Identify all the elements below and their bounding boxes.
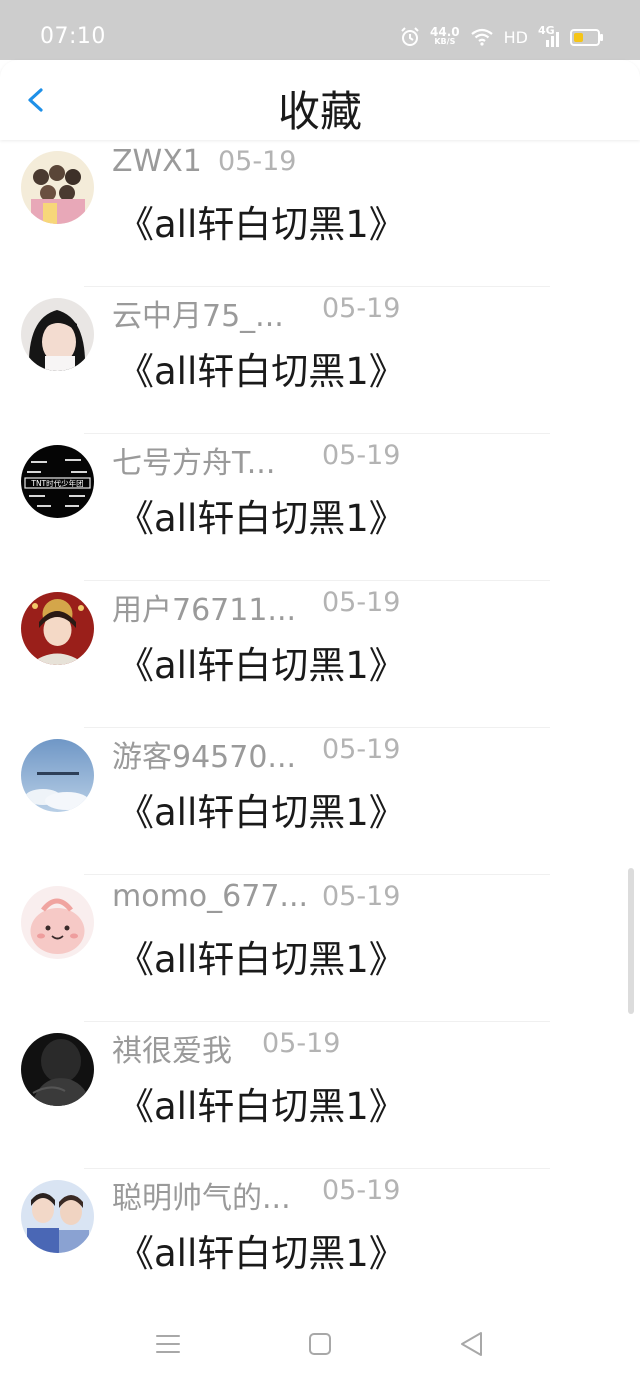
status-bar: 07:10 44.0 KB/S HD 4G	[0, 0, 640, 60]
page-title: 收藏	[277, 87, 362, 136]
speed-value: 44.0	[430, 25, 460, 39]
item-date: 05-19	[322, 293, 401, 324]
list-item[interactable]: 祺很爱我 05-19 《all轩白切黑1》	[0, 1022, 640, 1169]
list-item[interactable]: ZWX1 05-19 《all轩白切黑1》	[0, 140, 640, 287]
avatar[interactable]	[21, 1033, 94, 1106]
page-header: 收藏	[0, 60, 640, 140]
user-name: 七号方舟T...	[112, 446, 276, 481]
user-name: 云中月75_...	[112, 299, 284, 334]
battery-icon	[570, 28, 603, 46]
hd-indicator: HD	[503, 27, 528, 47]
item-date: 05-19	[322, 734, 401, 765]
wifi-icon	[470, 28, 493, 46]
alarm-icon	[401, 27, 419, 46]
list-item[interactable]: 云中月75_... 05-19 《all轩白切黑1》	[0, 287, 640, 434]
home-square-icon	[309, 1333, 331, 1355]
list-item[interactable]: TNT时代少年团 七号方舟T... 05-19 《all轩白切黑1》	[0, 434, 640, 581]
back-nav-button[interactable]	[452, 1324, 492, 1364]
avatar[interactable]	[21, 1180, 94, 1253]
item-date: 05-19	[322, 440, 401, 471]
avatar[interactable]: TNT时代少年团	[21, 445, 94, 518]
list-item[interactable]: 用户76711... 05-19 《all轩白切黑1》	[0, 581, 640, 728]
network-speed: 44.0 KB/S	[430, 25, 460, 47]
item-date: 05-19	[262, 1028, 341, 1059]
item-date: 05-19	[218, 146, 297, 177]
status-time: 07:10	[40, 24, 106, 49]
item-date: 05-19	[322, 881, 401, 912]
speed-unit: KB/S	[434, 37, 456, 46]
item-message: 《all轩白切黑1》	[117, 1232, 406, 1275]
list-item[interactable]: momo_677... 05-19 《all轩白切黑1》	[0, 875, 640, 1022]
avatar[interactable]	[21, 592, 94, 665]
home-button[interactable]	[300, 1324, 340, 1364]
avatar-text: TNT时代少年团	[30, 478, 83, 488]
status-icons: 44.0 KB/S HD 4G	[400, 24, 603, 50]
menu-icon	[156, 1335, 180, 1353]
item-date: 05-19	[322, 1175, 401, 1206]
avatar[interactable]	[21, 886, 94, 959]
favorites-list: ZWX1 05-19 《all轩白切黑1》 云中月75_... 05-19 《a…	[0, 140, 640, 1300]
item-message: 《all轩白切黑1》	[117, 1085, 406, 1128]
item-message: 《all轩白切黑1》	[117, 350, 406, 393]
menu-button[interactable]	[148, 1324, 188, 1364]
list-item[interactable]: 聪明帅气的... 05-19 《all轩白切黑1》	[0, 1169, 640, 1300]
user-name: momo_677...	[112, 879, 309, 914]
user-name: 游客94570...	[112, 740, 297, 775]
back-triangle-icon	[461, 1332, 482, 1356]
item-message: 《all轩白切黑1》	[117, 791, 406, 834]
battery-level	[574, 32, 583, 42]
user-name: 用户76711...	[112, 593, 297, 628]
avatar[interactable]	[21, 298, 94, 371]
scrollbar[interactable]	[628, 868, 634, 1014]
avatar[interactable]	[21, 151, 94, 224]
cell-signal-icon: 4G	[538, 24, 560, 48]
item-date: 05-19	[322, 587, 401, 618]
item-message: 《all轩白切黑1》	[117, 497, 406, 540]
system-nav-bar	[0, 1300, 640, 1387]
item-message: 《all轩白切黑1》	[117, 644, 406, 687]
list-item[interactable]: 游客94570... 05-19 《all轩白切黑1》	[0, 728, 640, 875]
item-message: 《all轩白切黑1》	[117, 203, 406, 246]
user-name: 聪明帅气的...	[112, 1181, 291, 1216]
item-message: 《all轩白切黑1》	[117, 938, 406, 981]
avatar[interactable]	[21, 739, 94, 812]
